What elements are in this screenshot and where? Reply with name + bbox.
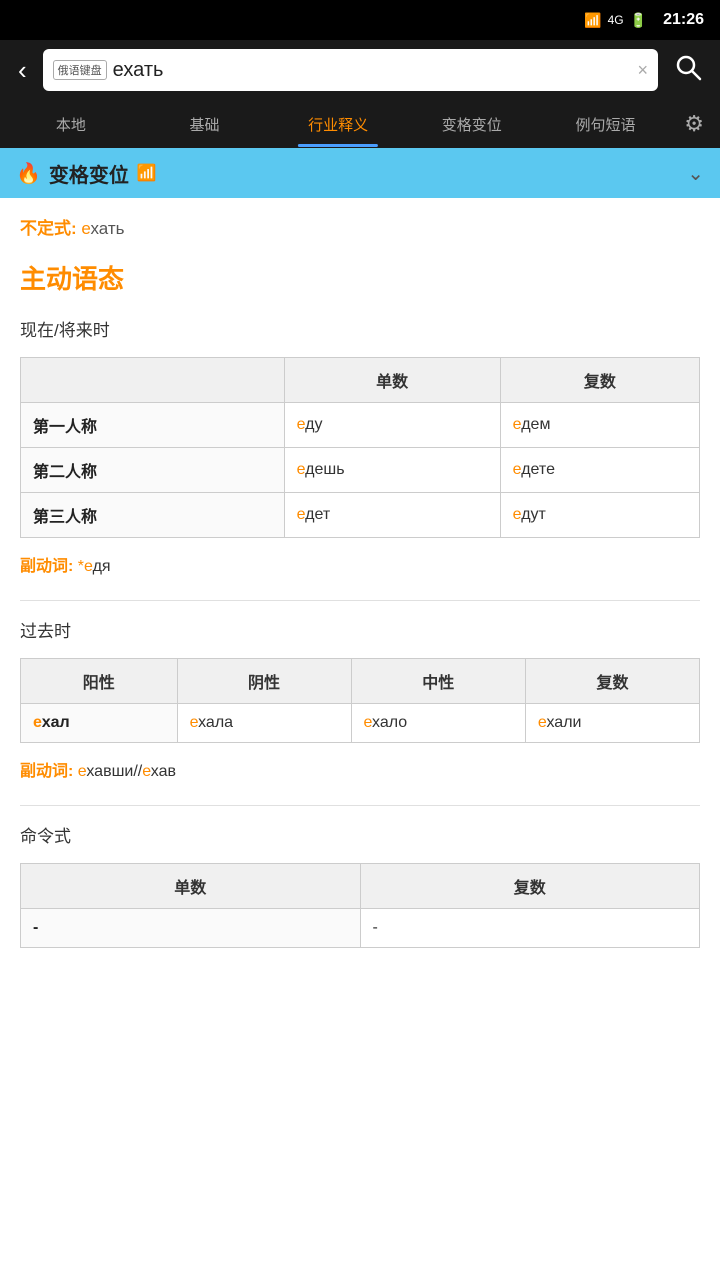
s2-rest: дешь	[305, 461, 344, 478]
past-tense-label: 过去时	[20, 617, 700, 642]
table-row: 第二人称 едешь едете	[21, 448, 700, 493]
plural-2: едете	[500, 448, 699, 493]
part-rest-1: дя	[93, 558, 111, 575]
chevron-down-icon[interactable]: ⌄	[687, 161, 704, 186]
fem-prefix: е	[190, 714, 199, 731]
p2-rest: дете	[521, 461, 555, 478]
section-header[interactable]: 🔥 变格变位 📶 ⌄	[0, 148, 720, 198]
col-fem: 阴性	[177, 659, 351, 704]
plural-1: едем	[500, 403, 699, 448]
tab-local[interactable]: 本地	[4, 102, 138, 147]
signal-text: 4G	[608, 13, 624, 27]
section-title-text: 变格变位	[49, 159, 129, 188]
clock: 21:26	[663, 11, 704, 29]
imp-singular: -	[21, 909, 361, 948]
wifi-small-icon: 📶	[137, 163, 157, 183]
col-header-plural: 复数	[500, 358, 699, 403]
singular-2: едешь	[284, 448, 500, 493]
neut-rest: хало	[372, 714, 407, 731]
infinitive-label: 不定式:	[20, 219, 77, 238]
present-future-table: 单数 复数 第一人称 еду едем 第二人称 едешь едете 第三人…	[20, 357, 700, 538]
part-past-prefix2: е	[142, 763, 151, 780]
tab-examples[interactable]: 例句短语	[539, 102, 673, 147]
clear-button[interactable]: ×	[637, 60, 648, 81]
divider-2	[20, 805, 700, 806]
past-table: 阳性 阴性 中性 复数 ехал ехала ехало ехали	[20, 658, 700, 743]
fem-rest: хала	[198, 714, 233, 731]
s3-prefix: е	[297, 506, 306, 523]
imperative-label: 命令式	[20, 822, 700, 847]
infinitive-line: 不定式: ехать	[20, 214, 700, 239]
participle-label-1: 副动词:	[20, 558, 73, 575]
past-neut: ехало	[351, 704, 525, 743]
main-content: 不定式: ехать 主动语态 现在/将来时 单数 复数 第一人称 еду ед…	[0, 198, 720, 978]
s3-rest: дет	[305, 506, 330, 523]
person-1: 第一人称	[21, 403, 285, 448]
tab-basic[interactable]: 基础	[138, 102, 272, 147]
masc-rest: хал	[42, 714, 70, 731]
past-plur: ехали	[525, 704, 699, 743]
past-fem: ехала	[177, 704, 351, 743]
neut-prefix: е	[364, 714, 373, 731]
content-area: 🔥 变格变位 📶 ⌄ 不定式: ехать 主动语态 现在/将来时 单数 复数	[0, 148, 720, 1280]
divider-1	[20, 600, 700, 601]
col-header-singular: 单数	[284, 358, 500, 403]
p1-prefix: е	[513, 416, 522, 433]
back-button[interactable]: ‹	[10, 51, 35, 90]
wifi-icon: 📶	[584, 12, 601, 29]
fire-icon: 🔥	[16, 161, 41, 186]
settings-icon[interactable]: ⚙	[672, 103, 716, 145]
search-input[interactable]: ехать	[113, 59, 638, 82]
voice-heading: 主动语态	[20, 259, 700, 296]
search-bar: ‹ 俄语键盘 ехать ×	[0, 40, 720, 100]
s1-prefix: е	[297, 416, 306, 433]
col-masc: 阳性	[21, 659, 178, 704]
table-row: ехал ехала ехало ехали	[21, 704, 700, 743]
part-past-rest2: хав	[151, 763, 176, 780]
imp-col-plural: 复数	[360, 864, 700, 909]
s2-prefix: е	[297, 461, 306, 478]
section-header-title: 🔥 变格变位 📶	[16, 159, 157, 188]
col-neut: 中性	[351, 659, 525, 704]
status-icons: 📶 4G 🔋	[584, 12, 647, 29]
search-button[interactable]	[666, 49, 710, 92]
p3-prefix: е	[513, 506, 522, 523]
table-row: - -	[21, 909, 700, 948]
plur-rest: хали	[546, 714, 581, 731]
past-masc: ехал	[21, 704, 178, 743]
singular-1: еду	[284, 403, 500, 448]
s1-rest: ду	[305, 416, 322, 433]
search-input-wrapper[interactable]: 俄语键盘 ехать ×	[43, 49, 658, 91]
part-prefix-1: *е	[78, 558, 93, 575]
tab-conjugation[interactable]: 变格变位	[405, 102, 539, 147]
participle-past-line: 副动词: ехавши//ехав	[20, 757, 700, 781]
imp-plural: -	[360, 909, 700, 948]
p2-prefix: е	[513, 461, 522, 478]
table-row: 第三人称 едет едут	[21, 493, 700, 538]
person-2: 第二人称	[21, 448, 285, 493]
part-past-rest1: хавши//	[86, 763, 142, 780]
masc-prefix: е	[33, 714, 42, 731]
status-bar: 📶 4G 🔋 21:26	[0, 0, 720, 40]
imp-col-singular: 单数	[21, 864, 361, 909]
col-header-empty	[21, 358, 285, 403]
present-future-label: 现在/将来时	[20, 316, 700, 341]
p3-rest: дут	[521, 506, 546, 523]
infinitive-prefix: е	[81, 219, 90, 238]
battery-icon: 🔋	[630, 12, 647, 29]
nav-tabs: 本地 基础 行业释义 变格变位 例句短语 ⚙	[0, 100, 720, 148]
tab-industry[interactable]: 行业释义	[271, 102, 405, 147]
table-row: 第一人称 еду едем	[21, 403, 700, 448]
keyboard-tag: 俄语键盘	[53, 60, 107, 80]
col-plur: 复数	[525, 659, 699, 704]
imperative-table: 单数 复数 - -	[20, 863, 700, 948]
participle-label-2: 副动词:	[20, 763, 73, 780]
p1-rest: дем	[521, 416, 550, 433]
person-3: 第三人称	[21, 493, 285, 538]
participle-present-line: 副动词: *едя	[20, 552, 700, 576]
plural-3: едут	[500, 493, 699, 538]
infinitive-rest: хать	[91, 219, 125, 238]
singular-3: едет	[284, 493, 500, 538]
